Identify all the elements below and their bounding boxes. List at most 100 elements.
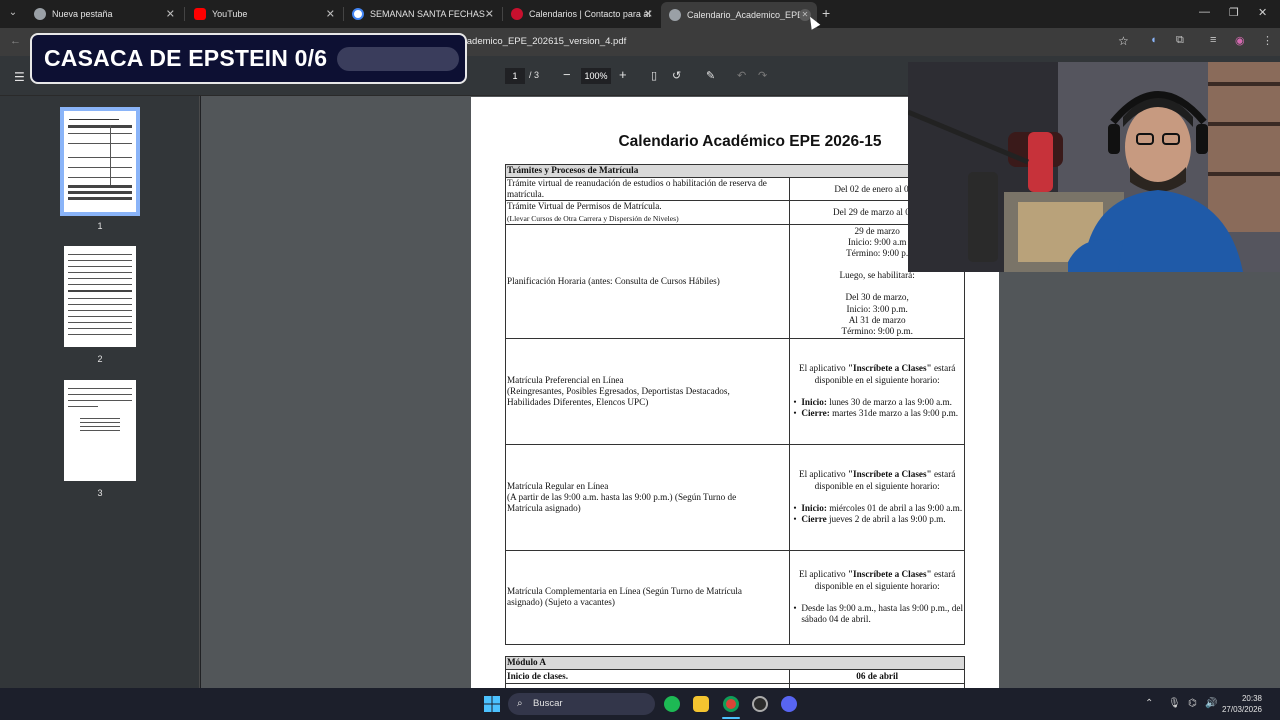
system-clock[interactable]: 20:38 27/03/2026 xyxy=(1218,693,1262,715)
fit-page-icon[interactable]: ▯ xyxy=(651,69,657,82)
row-label: Inicio de clases. xyxy=(504,669,791,684)
close-tab-icon[interactable]: ✕ xyxy=(644,8,653,21)
rotate-icon[interactable]: ↺ xyxy=(672,69,681,82)
row-label: Trámite virtual de reanudación de estudi… xyxy=(504,176,791,202)
tab-separator xyxy=(184,7,185,21)
tab-youtube[interactable]: YouTube ✕ xyxy=(186,3,341,25)
minimize-icon[interactable]: — xyxy=(1199,6,1210,18)
list-item: Inicio: miércoles 01 de abril a las 9:00… xyxy=(791,503,963,514)
row-label: Matrícula Preferencial en Línea xyxy=(507,374,624,385)
zoom-out-icon[interactable]: − xyxy=(563,67,571,82)
tab-title: Calendarios | Contacto para alu xyxy=(529,9,651,19)
app-name: "Inscríbete a Clases" xyxy=(847,469,932,480)
close-tab-icon[interactable]: ✕ xyxy=(166,8,175,21)
bullet-label: Inicio: xyxy=(801,396,827,407)
extensions-puzzle-icon[interactable]: ⧉ xyxy=(1176,34,1184,47)
intro-text: El aplicativo xyxy=(798,363,848,374)
globe-favicon-icon xyxy=(669,9,681,21)
tab-title: Nueva pestaña xyxy=(52,9,113,19)
tab-title: Calendario_Academico_EPE_20 xyxy=(687,10,809,20)
thumbnail-label: 1 xyxy=(97,221,103,231)
app-name: "Inscríbete a Clases" xyxy=(847,569,932,580)
thumbnail-page-2[interactable] xyxy=(64,246,136,347)
intro-text: El aplicativo xyxy=(798,569,848,580)
tray-chevron-icon[interactable]: ⌃ xyxy=(1145,698,1153,709)
extension-audio-icon[interactable]: ◖ xyxy=(1150,34,1157,46)
bullet-text: jueves 2 de abril a las 9:00 p.m. xyxy=(826,514,946,525)
page-total: / 3 xyxy=(529,70,540,80)
tab-semana-santa[interactable]: SEMANAN SANTA FECHAS - B ✕ xyxy=(344,3,500,25)
thumbnail-sidebar: 1 2 3 xyxy=(0,96,200,688)
new-tab-plus-icon[interactable]: + xyxy=(822,5,830,21)
tab-new-tab[interactable]: Nueva pestaña ✕ xyxy=(26,3,181,25)
obs-icon[interactable] xyxy=(752,696,768,712)
section-header: Trámites y Procesos de Matrícula xyxy=(505,164,965,178)
network-icon[interactable]: ⌬ xyxy=(1188,698,1197,709)
upc-favicon-icon xyxy=(511,8,523,20)
windows-start-icon[interactable] xyxy=(484,696,500,712)
volume-icon[interactable]: 🔊 xyxy=(1205,698,1217,709)
bullet-label: Inicio: xyxy=(801,502,827,513)
section-header: Módulo A xyxy=(505,656,965,670)
row-label-cell: Matrícula Complementaria en Línea (Según… xyxy=(504,549,791,645)
schedule-line: Del 30 de marzo, xyxy=(845,292,909,303)
row-value-cell: El aplicativo "Inscríbete a Clases" esta… xyxy=(789,549,965,645)
schedule-line: Al 31 de marzo xyxy=(848,314,906,325)
search-icon: ⌕ xyxy=(517,698,523,709)
zoom-level-input[interactable]: 100% xyxy=(581,68,611,84)
thumbnail-page-3[interactable] xyxy=(64,380,136,481)
tab-calendarios-upc[interactable]: Calendarios | Contacto para alu ✕ xyxy=(503,3,659,25)
menu-hamburger-icon[interactable]: ☰ xyxy=(14,70,25,84)
annotate-pen-icon[interactable]: ✎ xyxy=(706,69,715,82)
thumbnail-page-1[interactable] xyxy=(60,107,140,216)
file-explorer-icon[interactable] xyxy=(693,696,709,712)
bullet-label: Cierre xyxy=(801,514,827,525)
taskbar: ⌕ Buscar ⌃ 🎙 ⌬ 🔊 20:38 27/03/2026 xyxy=(0,688,1280,720)
app-name: "Inscríbete a Clases" xyxy=(847,363,932,374)
tab-calendario-pdf[interactable]: Calendario_Academico_EPE_20 ✕ xyxy=(661,2,817,28)
bullet-text: miércoles 01 de abril a las 9:00 a.m. xyxy=(826,502,963,513)
back-arrow-icon[interactable]: ← xyxy=(10,35,21,47)
webcam-overlay xyxy=(908,62,1280,272)
chrome-icon[interactable] xyxy=(723,696,739,712)
list-item: Cierre: martes 31de marzo a las 9:00 p.m… xyxy=(791,408,963,419)
list-item: Cierre jueves 2 de abril a las 9:00 p.m. xyxy=(791,514,963,525)
taskbar-search[interactable]: ⌕ Buscar xyxy=(508,693,655,715)
bookmark-star-icon[interactable]: ☆ xyxy=(1118,34,1129,48)
profile-avatar-icon[interactable]: ◉ xyxy=(1235,34,1245,47)
intro-text: El aplicativo xyxy=(798,469,848,480)
chrome-favicon-icon xyxy=(34,8,46,20)
redo-icon[interactable]: ↷ xyxy=(758,69,767,82)
url-text[interactable]: cademico_EPE_202615_version_4.pdf xyxy=(462,32,1142,52)
zoom-in-icon[interactable]: + xyxy=(619,67,627,82)
list-item: Desde las 9:00 a.m., hasta las 9:00 p.m.… xyxy=(791,603,963,625)
bullet-text: martes 31de marzo a las 9:00 p.m. xyxy=(829,408,959,419)
undo-icon[interactable]: ↶ xyxy=(737,69,746,82)
tab-search-dropdown-icon[interactable]: ⌄ xyxy=(4,4,22,22)
schedule-list: Inicio: lunes 30 de marzo a las 9:00 a.m… xyxy=(791,396,963,420)
bullet-text: lunes 30 de marzo a las 9:00 a.m. xyxy=(826,396,952,407)
media-controls-icon[interactable]: ≡ xyxy=(1210,34,1216,46)
page-number-input[interactable]: 1 xyxy=(505,68,525,84)
banner-text: CASACA DE EPSTEIN 0/6 xyxy=(44,45,328,71)
chrome-menu-icon[interactable]: ⋮ xyxy=(1262,34,1273,47)
restore-icon[interactable]: ❐ xyxy=(1229,6,1239,19)
google-favicon-icon xyxy=(352,8,364,20)
clock-date: 27/03/2026 xyxy=(1221,705,1262,714)
clock-time: 20:38 xyxy=(1241,694,1262,703)
close-window-icon[interactable]: ✕ xyxy=(1258,6,1267,19)
close-tab-icon[interactable]: ✕ xyxy=(485,8,494,21)
row-value-cell: El aplicativo "Inscríbete a Clases" esta… xyxy=(789,337,965,445)
microphone-icon[interactable]: 🎙 xyxy=(1168,698,1181,709)
progress-bar-track xyxy=(337,47,459,71)
close-tab-icon[interactable]: ✕ xyxy=(326,8,335,21)
schedule-list: Desde las 9:00 a.m., hasta las 9:00 p.m.… xyxy=(791,603,963,625)
tramites-table: Trámites y Procesos de Matrícula Trámite… xyxy=(504,164,965,645)
row-label: (Reingresantes, Posibles Egresados, Depo… xyxy=(507,385,730,396)
row-label: Matrícula Regular en Línea xyxy=(507,480,609,491)
discord-icon[interactable] xyxy=(781,696,797,712)
spotify-icon[interactable] xyxy=(664,696,680,712)
